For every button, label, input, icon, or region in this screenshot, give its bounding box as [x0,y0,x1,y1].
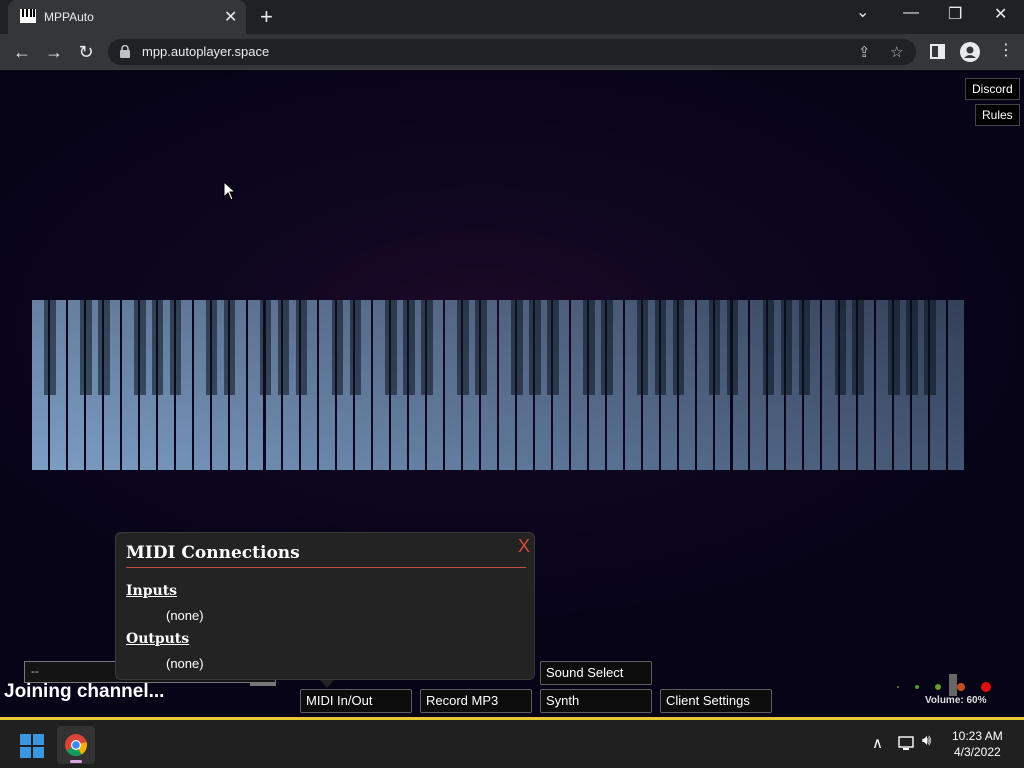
tab-title: MPPAuto [44,10,94,24]
piano-black-key[interactable] [457,300,469,395]
lock-icon [120,45,130,58]
browser-toolbar: ← → ↻ mpp.autoplayer.space ⇪ ☆ ⋮ [0,34,1024,70]
system-clock[interactable]: 10:23 AM 4/3/2022 [952,728,1003,760]
piano-black-key[interactable] [259,300,272,395]
sound-select-button[interactable]: Sound Select [540,661,652,685]
piano-black-key[interactable] [601,300,613,395]
piano-black-key[interactable] [726,300,739,395]
piano-keyboard[interactable] [32,300,966,470]
reload-icon[interactable]: ↻ [74,40,98,64]
minimize-button[interactable]: — [903,4,919,22]
piano-black-key[interactable] [780,300,793,395]
bookmark-star-icon[interactable]: ☆ [890,43,903,61]
piano-black-key[interactable] [708,300,721,395]
midi-connections-modal: MIDI Connections X Inputs (none) Outputs… [115,532,535,680]
synth-button[interactable]: Synth [540,689,652,713]
piano-favicon-icon [20,9,36,23]
midi-modal-pointer [320,680,334,688]
close-window-button[interactable]: ✕ [994,4,1007,24]
piano-black-key[interactable] [475,300,487,395]
midi-modal-divider [126,567,526,568]
client-settings-button[interactable]: Client Settings [660,689,772,713]
browser-tab-bar: MPPAuto ✕ + ⌄ — ❐ ✕ [0,0,1024,34]
rules-button[interactable]: Rules [975,104,1020,126]
volume-meter-dot [957,683,965,691]
piano-black-key[interactable] [906,300,918,395]
piano-black-key[interactable] [672,300,685,395]
windows-start-icon[interactable] [20,734,44,758]
piano-black-key[interactable] [134,300,146,395]
url-text: mpp.autoplayer.space [142,44,270,59]
piano-black-key[interactable] [151,300,164,395]
piano-black-key[interactable] [421,300,433,395]
piano-black-key[interactable] [385,300,397,395]
volume-meter-dot [897,686,899,688]
chrome-taskbar-button[interactable] [57,726,95,764]
piano-black-key[interactable] [834,300,846,395]
mouse-cursor-icon [223,181,237,201]
piano-black-key[interactable] [98,300,110,395]
piano-black-key[interactable] [205,300,218,395]
volume-meter-dot [915,685,919,689]
volume-slider-knob[interactable] [949,674,957,696]
side-panel-icon[interactable] [930,44,945,59]
piano-black-key[interactable] [529,300,541,395]
inputs-value: (none) [166,608,204,623]
piano-black-key[interactable] [924,300,936,395]
tray-overflow-chevron-icon[interactable]: ∧ [872,734,883,752]
record-mp3-button[interactable]: Record MP3 [420,689,532,713]
tab-search-dropdown-icon[interactable]: ⌄ [856,2,869,22]
speaker-volume-icon[interactable]: 🔊︎ [922,732,931,749]
piano-white-key[interactable] [948,300,964,470]
outputs-heading: Outputs [126,631,190,647]
piano-black-key[interactable] [331,300,344,395]
windows-taskbar: ∧ 🔊︎ 10:23 AM 4/3/2022 [0,720,1024,768]
piano-black-key[interactable] [223,300,236,395]
chrome-icon [65,734,87,756]
piano-black-key[interactable] [44,300,56,395]
chat-input-handle [250,683,276,686]
piano-black-key[interactable] [852,300,864,395]
piano-black-key[interactable] [403,300,415,395]
piano-black-key[interactable] [511,300,523,395]
volume-meter-dot [935,684,941,690]
page-content: Discord Rules -- MIDI Connections X Inpu… [0,70,1024,718]
more-menu-icon[interactable]: ⋮ [998,40,1014,60]
midi-modal-title: MIDI Connections [126,543,300,563]
volume-meter-dot [981,682,991,692]
tab-close-icon[interactable]: ✕ [224,7,237,27]
new-tab-button[interactable]: + [260,4,273,30]
back-arrow-icon[interactable]: ← [10,40,34,64]
network-display-icon[interactable] [898,736,916,752]
discord-button[interactable]: Discord [965,78,1020,100]
piano-black-key[interactable] [295,300,308,395]
piano-black-key[interactable] [636,300,649,395]
piano-black-key[interactable] [80,300,92,395]
chrome-active-indicator [70,760,82,763]
browser-tab[interactable]: MPPAuto ✕ [8,0,246,34]
piano-black-key[interactable] [762,300,775,395]
piano-black-key[interactable] [888,300,900,395]
midi-modal-close-button[interactable]: X [518,536,530,557]
inputs-heading: Inputs [126,583,178,599]
piano-black-key[interactable] [169,300,182,395]
piano-black-key[interactable] [583,300,595,395]
status-text: Joining channel... [4,681,165,702]
address-bar[interactable]: mpp.autoplayer.space ⇪ ☆ [108,39,916,65]
piano-black-key[interactable] [547,300,559,395]
piano-black-key[interactable] [798,300,811,395]
piano-black-key[interactable] [654,300,667,395]
clock-time: 10:23 AM [952,729,1003,743]
piano-black-key[interactable] [277,300,290,395]
restore-button[interactable]: ❐ [948,4,962,24]
profile-avatar-icon[interactable] [960,42,980,62]
outputs-value: (none) [166,656,204,671]
midi-in-out-button[interactable]: MIDI In/Out [300,689,412,713]
volume-label: Volume: 60% [925,695,987,706]
piano-black-key[interactable] [349,300,362,395]
forward-arrow-icon[interactable]: → [42,40,66,64]
clock-date: 4/3/2022 [953,745,1001,759]
share-icon[interactable]: ⇪ [858,43,871,61]
